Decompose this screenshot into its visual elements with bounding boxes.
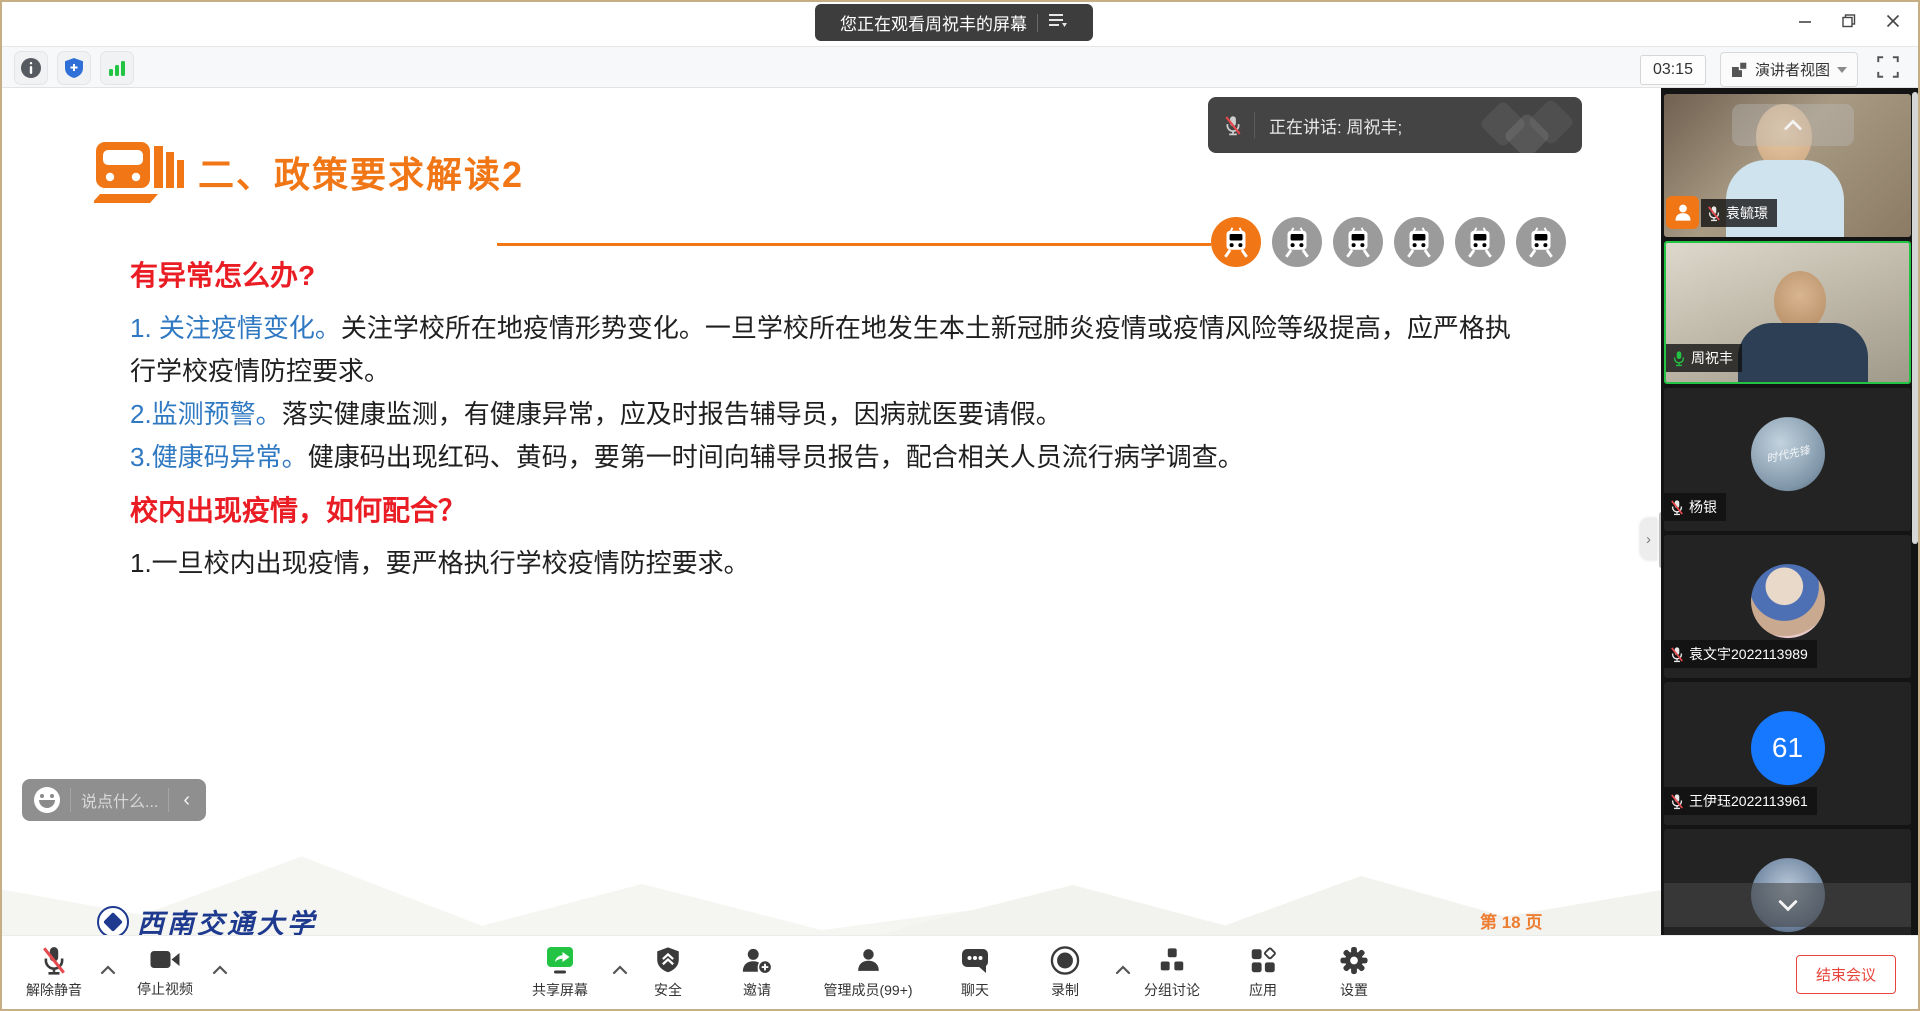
share-options-chevron[interactable] xyxy=(612,962,628,980)
security-shield-icon[interactable] xyxy=(57,51,91,85)
security-icon xyxy=(653,945,683,976)
avatar: 时代先锋 xyxy=(1751,417,1825,491)
scroll-up-indicator[interactable] xyxy=(1732,104,1854,146)
settings-button[interactable]: 设置 xyxy=(1339,945,1370,1000)
slide-question-heading-1: 有异常怎么办? xyxy=(130,254,1530,297)
breakout-icon xyxy=(1157,945,1187,976)
participant-name-tag: 袁毓璟 xyxy=(1701,199,1777,227)
gear-icon xyxy=(1339,945,1370,976)
scroll-down-indicator[interactable] xyxy=(1664,883,1911,927)
muted-mic-icon xyxy=(1670,793,1684,810)
meeting-info-icon[interactable] xyxy=(14,51,48,85)
close-button[interactable] xyxy=(1882,10,1904,32)
slide-item-3: 3.健康码异常。健康码出现红码、黄码，要第一时间向辅导员报告，配合相关人员流行病… xyxy=(130,436,1530,479)
muted-mic-icon xyxy=(1707,205,1721,222)
emoji-icon[interactable] xyxy=(34,787,60,813)
invite-person-icon xyxy=(741,945,773,976)
role-badge-icon xyxy=(1666,196,1699,229)
chat-bubble-icon xyxy=(959,945,991,976)
mic-options-chevron[interactable] xyxy=(100,962,116,980)
meeting-window: 您正在观看周祝丰的屏幕 xyxy=(0,0,1920,1011)
muted-mic-icon xyxy=(1670,499,1684,516)
university-emblem-icon xyxy=(97,906,129,938)
stop-video-button[interactable]: 停止视频 xyxy=(137,945,193,999)
slide-item-2: 2.监测预警。落实健康监测，有健康异常，应及时报告辅导员，因病就医要请假。 xyxy=(130,393,1530,436)
participant-sidebar: 袁毓璟 周祝丰 时代先锋 杨银 xyxy=(1661,88,1918,939)
breakout-rooms-button[interactable]: 分组讨论 xyxy=(1144,945,1200,1000)
record-options-chevron[interactable] xyxy=(1115,962,1131,980)
members-icon xyxy=(853,945,883,976)
muted-mic-icon xyxy=(41,945,67,976)
collapse-chat-icon[interactable]: ‹ xyxy=(179,790,194,810)
record-button[interactable]: 录制 xyxy=(1050,945,1081,1000)
chevron-down-icon xyxy=(1837,67,1847,73)
view-mode-button[interactable]: 演讲者视图 xyxy=(1720,52,1858,87)
university-logo: 西南交通大学 xyxy=(97,902,317,939)
window-controls xyxy=(1794,10,1904,32)
screen-watch-label: 您正在观看周祝丰的屏幕 xyxy=(840,10,1027,35)
university-name: 西南交通大学 xyxy=(137,902,317,939)
share-screen-button[interactable]: 共享屏幕 xyxy=(532,945,588,1000)
invite-button[interactable]: 邀请 xyxy=(741,945,773,1000)
main-area: 正在讲话: 周祝丰; 二、政策要求解读2 xyxy=(2,88,1918,939)
meeting-toolbar-bottom: 解除静音 停止视频 共享屏幕 安全 xyxy=(2,935,1918,1009)
participant-tile-wangyijue[interactable]: 61 王伊珏2022113961 xyxy=(1664,682,1911,825)
slide-item-4: 1.一旦校内出现疫情，要严格执行学校疫情防控要求。 xyxy=(130,542,1530,585)
page-number: 第 18 页 xyxy=(1480,908,1542,933)
apps-button[interactable]: 应用 xyxy=(1248,945,1278,1000)
layout-icon xyxy=(1731,61,1748,78)
sidebar-scrollbar-thumb[interactable] xyxy=(1912,92,1918,544)
end-meeting-button[interactable]: 结束会议 xyxy=(1796,955,1896,994)
participant-name-tag: 袁文宇2022113989 xyxy=(1664,640,1817,668)
participant-name-tag: 杨银 xyxy=(1664,493,1726,521)
slide-header: 二、政策要求解读2 .active .cut{fill:#f07616} .id… xyxy=(2,128,1665,248)
chat-divider xyxy=(168,788,169,812)
avatar: 61 xyxy=(1751,711,1825,785)
unmute-button[interactable]: 解除静音 xyxy=(26,945,82,1000)
slide-body: 有异常怎么办? 1. 关注疫情变化。关注学校所在地疫情形势变化。一旦学校所在地发… xyxy=(130,248,1530,585)
participant-name-tag: 王伊珏2022113961 xyxy=(1664,787,1817,815)
sidebar-collapse-handle[interactable]: › xyxy=(1640,518,1657,560)
quick-chat-bar: 说点什么... ‹ xyxy=(22,779,206,821)
meeting-toolbar-top: 03:15 演讲者视图 xyxy=(2,46,1918,88)
active-mic-icon xyxy=(1672,350,1686,367)
chat-input[interactable]: 说点什么... xyxy=(81,788,158,812)
title-underline xyxy=(497,243,1211,246)
muted-mic-icon xyxy=(1670,646,1684,663)
video-options-chevron[interactable] xyxy=(212,962,228,980)
pill-divider xyxy=(1037,14,1038,32)
security-button[interactable]: 安全 xyxy=(653,945,683,1000)
apps-icon xyxy=(1248,945,1278,976)
participant-tile-yuanwenyu[interactable]: 袁文宇2022113989 xyxy=(1664,535,1911,678)
screen-watch-banner: 您正在观看周祝丰的屏幕 xyxy=(815,4,1093,41)
shared-screen-slide: 正在讲话: 周祝丰; 二、政策要求解读2 xyxy=(2,88,1665,939)
watermark-mountains-right xyxy=(865,849,1665,939)
slide-title: 二、政策要求解读2 xyxy=(198,146,524,198)
participant-tile-zhouzhufeng[interactable]: 周祝丰 xyxy=(1664,241,1911,384)
minimize-button[interactable] xyxy=(1794,10,1816,32)
camera-icon xyxy=(149,945,182,975)
avatar xyxy=(1751,564,1825,638)
participant-name-tag: 周祝丰 xyxy=(1666,344,1742,372)
record-icon xyxy=(1050,945,1081,976)
manage-members-button[interactable]: 管理成员(99+) xyxy=(823,945,912,1000)
participant-tile-yuanyujing[interactable]: 袁毓璟 xyxy=(1664,94,1911,237)
slide-question-heading-2: 校内出现疫情，如何配合？ xyxy=(130,489,1530,532)
participant-tile-partial[interactable] xyxy=(1664,829,1911,939)
share-screen-icon xyxy=(544,945,576,976)
view-mode-label: 演讲者视图 xyxy=(1755,59,1830,80)
titlebar: 您正在观看周祝丰的屏幕 xyxy=(2,2,1918,46)
network-signal-icon[interactable] xyxy=(100,51,134,85)
annotation-menu-icon[interactable] xyxy=(1048,12,1068,33)
participant-tile-yangyin[interactable]: 时代先锋 杨银 xyxy=(1664,388,1911,531)
train-title-icon xyxy=(94,134,190,218)
chat-button[interactable]: 聊天 xyxy=(959,945,991,1000)
chat-divider xyxy=(70,788,71,812)
restore-button[interactable] xyxy=(1838,10,1860,32)
slide-item-1: 1. 关注疫情变化。关注学校所在地疫情形势变化。一旦学校所在地发生本土新冠肺炎疫… xyxy=(130,307,1530,393)
meeting-timer: 03:15 xyxy=(1640,55,1706,85)
fullscreen-button[interactable] xyxy=(1872,51,1904,88)
